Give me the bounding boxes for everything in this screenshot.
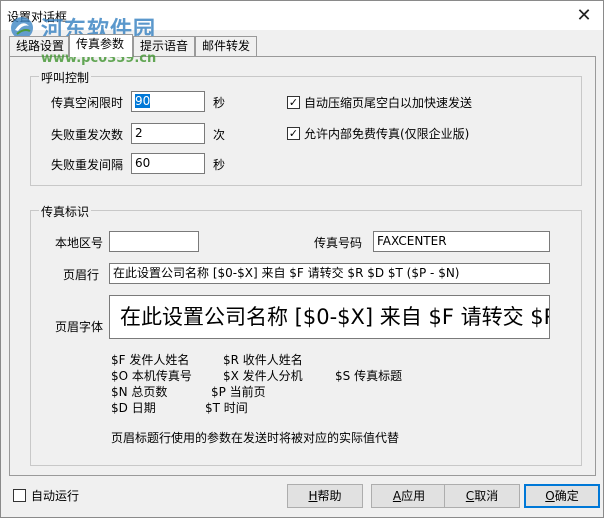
- retry-count-unit: 次: [213, 128, 226, 142]
- help-text: 帮助: [317, 489, 342, 503]
- idle-timeout-value: 90: [135, 94, 151, 108]
- cancel-hotkey: C: [465, 489, 475, 503]
- header-line-label: 页眉行: [63, 268, 100, 282]
- ok-button[interactable]: O确定: [524, 484, 600, 508]
- help-button[interactable]: H帮助: [287, 484, 363, 508]
- tab-mail-forward[interactable]: 邮件转发: [195, 36, 257, 56]
- ok-button-label: O确定: [545, 489, 578, 503]
- tab-bar: 线路设置 传真参数 提示语音 邮件转发: [9, 34, 589, 57]
- retry-interval-unit: 秒: [213, 158, 226, 172]
- apply-text: 应用: [401, 489, 426, 503]
- internal-free-checkbox[interactable]: ✓: [287, 127, 300, 140]
- apply-button[interactable]: A应用: [371, 484, 447, 508]
- tab-label: 传真参数: [76, 37, 125, 51]
- idle-timeout-unit: 秒: [213, 96, 226, 110]
- close-icon[interactable]: ✕: [573, 5, 595, 27]
- fax-id-group: 传真标识 本地区号 传真号码 FAXCENTER 页眉行 在此设置公司名称 [$…: [30, 203, 582, 466]
- call-control-title: 呼叫控制: [39, 69, 92, 86]
- legend-t: $T 时间: [205, 401, 248, 415]
- checkmark-icon: ✓: [288, 96, 299, 109]
- tab-fax-params[interactable]: 传真参数: [69, 34, 133, 57]
- retry-count-label: 失败重发次数: [51, 128, 124, 142]
- auto-run-checkbox[interactable]: [13, 489, 26, 502]
- fax-number-field[interactable]: FAXCENTER: [373, 231, 550, 252]
- compress-label: 自动压缩页尾空白以加快速发送: [304, 96, 473, 110]
- fax-id-title: 传真标识: [39, 203, 92, 220]
- internal-free-label: 允许内部免费传真(仅限企业版): [304, 127, 470, 141]
- area-code-field[interactable]: [109, 231, 199, 252]
- header-note: 页眉标题行使用的参数在发送时将被对应的实际值代替: [111, 431, 400, 445]
- header-font-preview[interactable]: 在此设置公司名称 [$0-$X] 来自 $F 请转交 $R: [109, 295, 550, 339]
- legend-p: $P 当前页: [211, 385, 266, 399]
- retry-interval-label: 失败重发间隔: [51, 158, 124, 172]
- legend-r: $R 收件人姓名: [223, 353, 303, 367]
- cancel-button-label: C取消: [466, 489, 498, 503]
- legend-n: $N 总页数: [111, 385, 168, 399]
- header-line-field[interactable]: 在此设置公司名称 [$0-$X] 来自 $F 请转交 $R $D $T ($P …: [109, 263, 550, 284]
- legend-o: $O 本机传真号: [111, 369, 192, 383]
- cancel-button[interactable]: C取消: [444, 484, 520, 508]
- retry-interval-field[interactable]: 60: [131, 153, 205, 174]
- cancel-text: 取消: [474, 489, 499, 503]
- legend-f: $F 发件人姓名: [111, 353, 190, 367]
- legend-s: $S 传真标题: [335, 369, 403, 383]
- ok-hotkey: O: [545, 489, 555, 503]
- fax-params-panel: 呼叫控制 传真空闲限时 90 秒 失败重发次数 2 次 失败重发间隔 60 秒 …: [9, 56, 596, 476]
- fax-number-label: 传真号码: [314, 236, 363, 250]
- ok-text: 确定: [554, 489, 579, 503]
- legend-d: $D 日期: [111, 401, 156, 415]
- idle-timeout-label: 传真空闲限时: [51, 96, 124, 110]
- checkmark-icon: ✓: [288, 127, 299, 140]
- idle-timeout-field[interactable]: 90: [131, 91, 205, 112]
- tab-label: 邮件转发: [202, 39, 251, 53]
- retry-count-field[interactable]: 2: [131, 123, 205, 144]
- settings-dialog: 设置对话框 ✕ 河东软件园 线路设置 传真参数 提示语音 邮件转发 呼叫控制 传…: [0, 0, 604, 518]
- header-font-label: 页眉字体: [55, 320, 104, 334]
- area-code-label: 本地区号: [55, 236, 104, 250]
- apply-button-label: A应用: [393, 489, 425, 503]
- compress-checkbox[interactable]: ✓: [287, 96, 300, 109]
- help-button-label: H帮助: [308, 489, 341, 503]
- legend-x: $X 发件人分机: [223, 369, 303, 383]
- apply-hotkey: A: [392, 489, 402, 503]
- call-control-group: 呼叫控制 传真空闲限时 90 秒 失败重发次数 2 次 失败重发间隔 60 秒 …: [30, 69, 582, 186]
- auto-run-label: 自动运行: [31, 489, 80, 503]
- help-hotkey: H: [308, 489, 318, 503]
